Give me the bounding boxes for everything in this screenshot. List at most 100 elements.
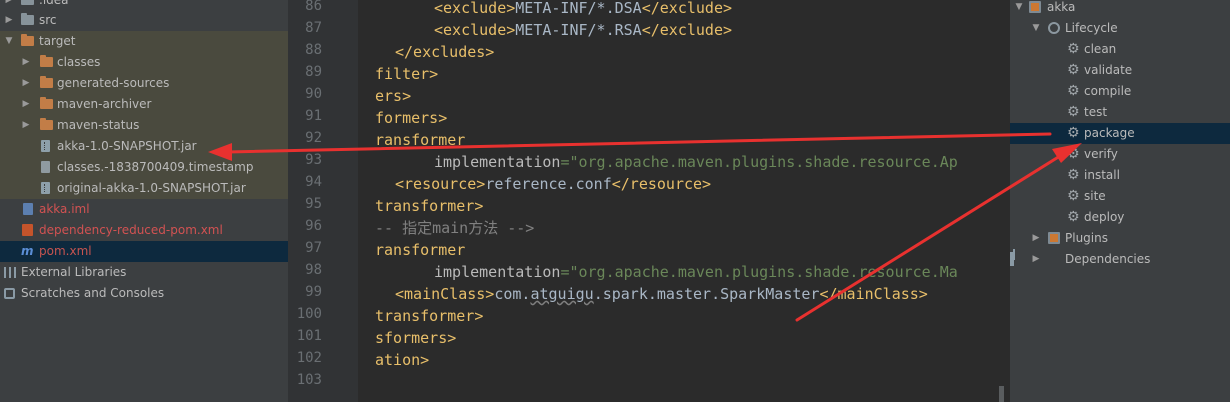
tree-item-timestamp[interactable]: classes.-1838700409.timestamp [0, 157, 288, 178]
gear-icon: ⚙ [1067, 62, 1080, 78]
maven-goal-label: package [1084, 126, 1135, 140]
gear-icon: ⚙ [1067, 209, 1080, 225]
folder-icon [40, 97, 53, 109]
expand-arrow-icon[interactable]: ▶ [21, 115, 31, 136]
maven-goal-label: deploy [1084, 210, 1125, 224]
gear-icon: ⚙ [1067, 83, 1080, 99]
lifecycle-icon [1048, 22, 1060, 34]
expand-arrow-icon[interactable]: ▶ [21, 94, 31, 115]
code-line-89: filter> [375, 63, 438, 85]
maven-goal-test[interactable]: ⚙ test [1010, 102, 1230, 123]
maven-project-akka[interactable]: ▼ akka [1010, 0, 1230, 18]
maven-goal-site[interactable]: ⚙ site [1010, 186, 1230, 207]
xml-tag: </resource> [611, 175, 712, 193]
line-number: 95 [305, 196, 322, 212]
tree-item-external-libraries[interactable]: External Libraries [0, 262, 288, 283]
expand-arrow-icon[interactable]: ▶ [21, 52, 31, 73]
line-number: 103 [296, 372, 322, 388]
tree-item-dependency-reduced-pom[interactable]: dependency-reduced-pom.xml [0, 220, 288, 241]
xml-tag: ers> [375, 87, 412, 105]
code-line-93: implementation="org.apache.maven.plugins… [434, 151, 958, 173]
code-line-95: transformer> [375, 195, 483, 217]
collapse-arrow-icon[interactable]: ▼ [1031, 18, 1041, 39]
tree-item-maven-status[interactable]: ▶ maven-status [0, 115, 288, 136]
tree-item-label: akka-1.0-SNAPSHOT.jar [57, 139, 197, 153]
xml-tag: ation> [375, 351, 430, 369]
tree-item-target[interactable]: ▼ target [0, 31, 288, 52]
tree-item-label: akka.iml [39, 202, 90, 216]
maven-module-icon [1029, 1, 1041, 13]
maven-goal-label: test [1084, 105, 1108, 119]
maven-goal-label: clean [1084, 42, 1117, 56]
xml-tag: <resource> [395, 175, 486, 193]
tree-item-classes[interactable]: ▶ classes [0, 52, 288, 73]
tree-item-label: Scratches and Consoles [21, 286, 165, 300]
jar-icon [41, 182, 50, 194]
tree-item-pom[interactable]: m pom.xml [0, 241, 288, 262]
tree-item-iml[interactable]: akka.iml [0, 199, 288, 220]
tree-item-original-jar[interactable]: original-akka-1.0-SNAPSHOT.jar [0, 178, 288, 199]
maven-goal-package[interactable]: ⚙ package [1010, 123, 1230, 144]
scrollbar-thumb[interactable] [999, 386, 1004, 402]
xml-tag: </excludes> [395, 43, 495, 61]
folder-icon [21, 13, 34, 25]
maven-goal-compile[interactable]: ⚙ compile [1010, 81, 1230, 102]
gear-icon: ⚙ [1067, 104, 1080, 120]
line-number: 88 [305, 42, 322, 58]
maven-goal-verify[interactable]: ⚙ verify [1010, 144, 1230, 165]
folder-icon [21, 0, 34, 5]
tree-item-label: classes [57, 55, 101, 69]
plugins-icon [1048, 232, 1060, 244]
code-editor[interactable]: <exclude>META-INF/*.DSA</exclude> <exclu… [358, 0, 1010, 402]
xml-attribute-value: ="org.apache.maven.plugins.shade.resourc… [560, 153, 958, 171]
code-line-101: sformers> [375, 327, 456, 349]
project-tree-panel: ▶ .idea ▶ src ▼ target ▶ classes ▶ gener… [0, 0, 288, 402]
line-number: 93 [305, 152, 322, 168]
editor-gutter: 86 87 88 89 90 91 92 93 94 95 96 97 98 9… [288, 0, 369, 402]
code-line-102: ation> [375, 349, 429, 371]
xml-tag: <mainClass> [395, 285, 495, 303]
tree-item-label: maven-status [57, 118, 140, 132]
expand-arrow-icon[interactable]: ▶ [4, 10, 14, 31]
tree-item-maven-archiver[interactable]: ▶ maven-archiver [0, 94, 288, 115]
maven-dependencies-label: Dependencies [1065, 252, 1151, 266]
maven-lifecycle[interactable]: ▼ Lifecycle [1010, 18, 1230, 39]
maven-goal-validate[interactable]: ⚙ validate [1010, 60, 1230, 81]
xml-file-icon [22, 224, 33, 236]
code-line-100: transformer> [375, 305, 483, 327]
expand-arrow-icon[interactable]: ▶ [21, 73, 31, 94]
tree-item-label: pom.xml [39, 244, 92, 258]
code-line-97: ransformer [375, 239, 465, 261]
jar-icon [41, 140, 50, 152]
xml-attribute: implementation [434, 263, 561, 281]
maven-lifecycle-label: Lifecycle [1065, 21, 1118, 35]
maven-goal-label: install [1084, 168, 1120, 182]
gear-icon: ⚙ [1067, 146, 1080, 162]
xml-tag: sformers> [375, 329, 457, 347]
tree-item-label: classes.-1838700409.timestamp [57, 160, 254, 174]
line-number: 97 [305, 240, 322, 256]
iml-file-icon [23, 203, 33, 215]
collapse-arrow-icon[interactable]: ▼ [1014, 0, 1024, 18]
tree-item-label: original-akka-1.0-SNAPSHOT.jar [57, 181, 246, 195]
tree-item-jar[interactable]: akka-1.0-SNAPSHOT.jar [0, 136, 288, 157]
collapse-arrow-icon[interactable]: ▼ [4, 31, 14, 52]
expand-arrow-icon[interactable]: ▶ [1031, 228, 1041, 249]
xml-text-typo: atguigu [530, 285, 594, 303]
gear-icon: ⚙ [1067, 188, 1080, 204]
line-number: 99 [305, 284, 322, 300]
tree-item-generated-sources[interactable]: ▶ generated-sources [0, 73, 288, 94]
expand-arrow-icon[interactable]: ▶ [1031, 249, 1041, 270]
maven-goal-install[interactable]: ⚙ install [1010, 165, 1230, 186]
xml-comment: -- 指定main方法 --> [375, 219, 535, 237]
code-line-98: implementation="org.apache.maven.plugins… [434, 261, 958, 283]
tree-item-src[interactable]: ▶ src [0, 10, 288, 31]
maven-goal-clean[interactable]: ⚙ clean [1010, 39, 1230, 60]
xml-text: reference.conf [485, 175, 612, 193]
code-line-92: ransformer [375, 129, 465, 151]
maven-dependencies[interactable]: ▶ Dependencies [1010, 249, 1230, 270]
tree-item-scratches[interactable]: Scratches and Consoles [0, 283, 288, 304]
tree-item-label: generated-sources [57, 76, 170, 90]
maven-plugins[interactable]: ▶ Plugins [1010, 228, 1230, 249]
maven-goal-deploy[interactable]: ⚙ deploy [1010, 207, 1230, 228]
